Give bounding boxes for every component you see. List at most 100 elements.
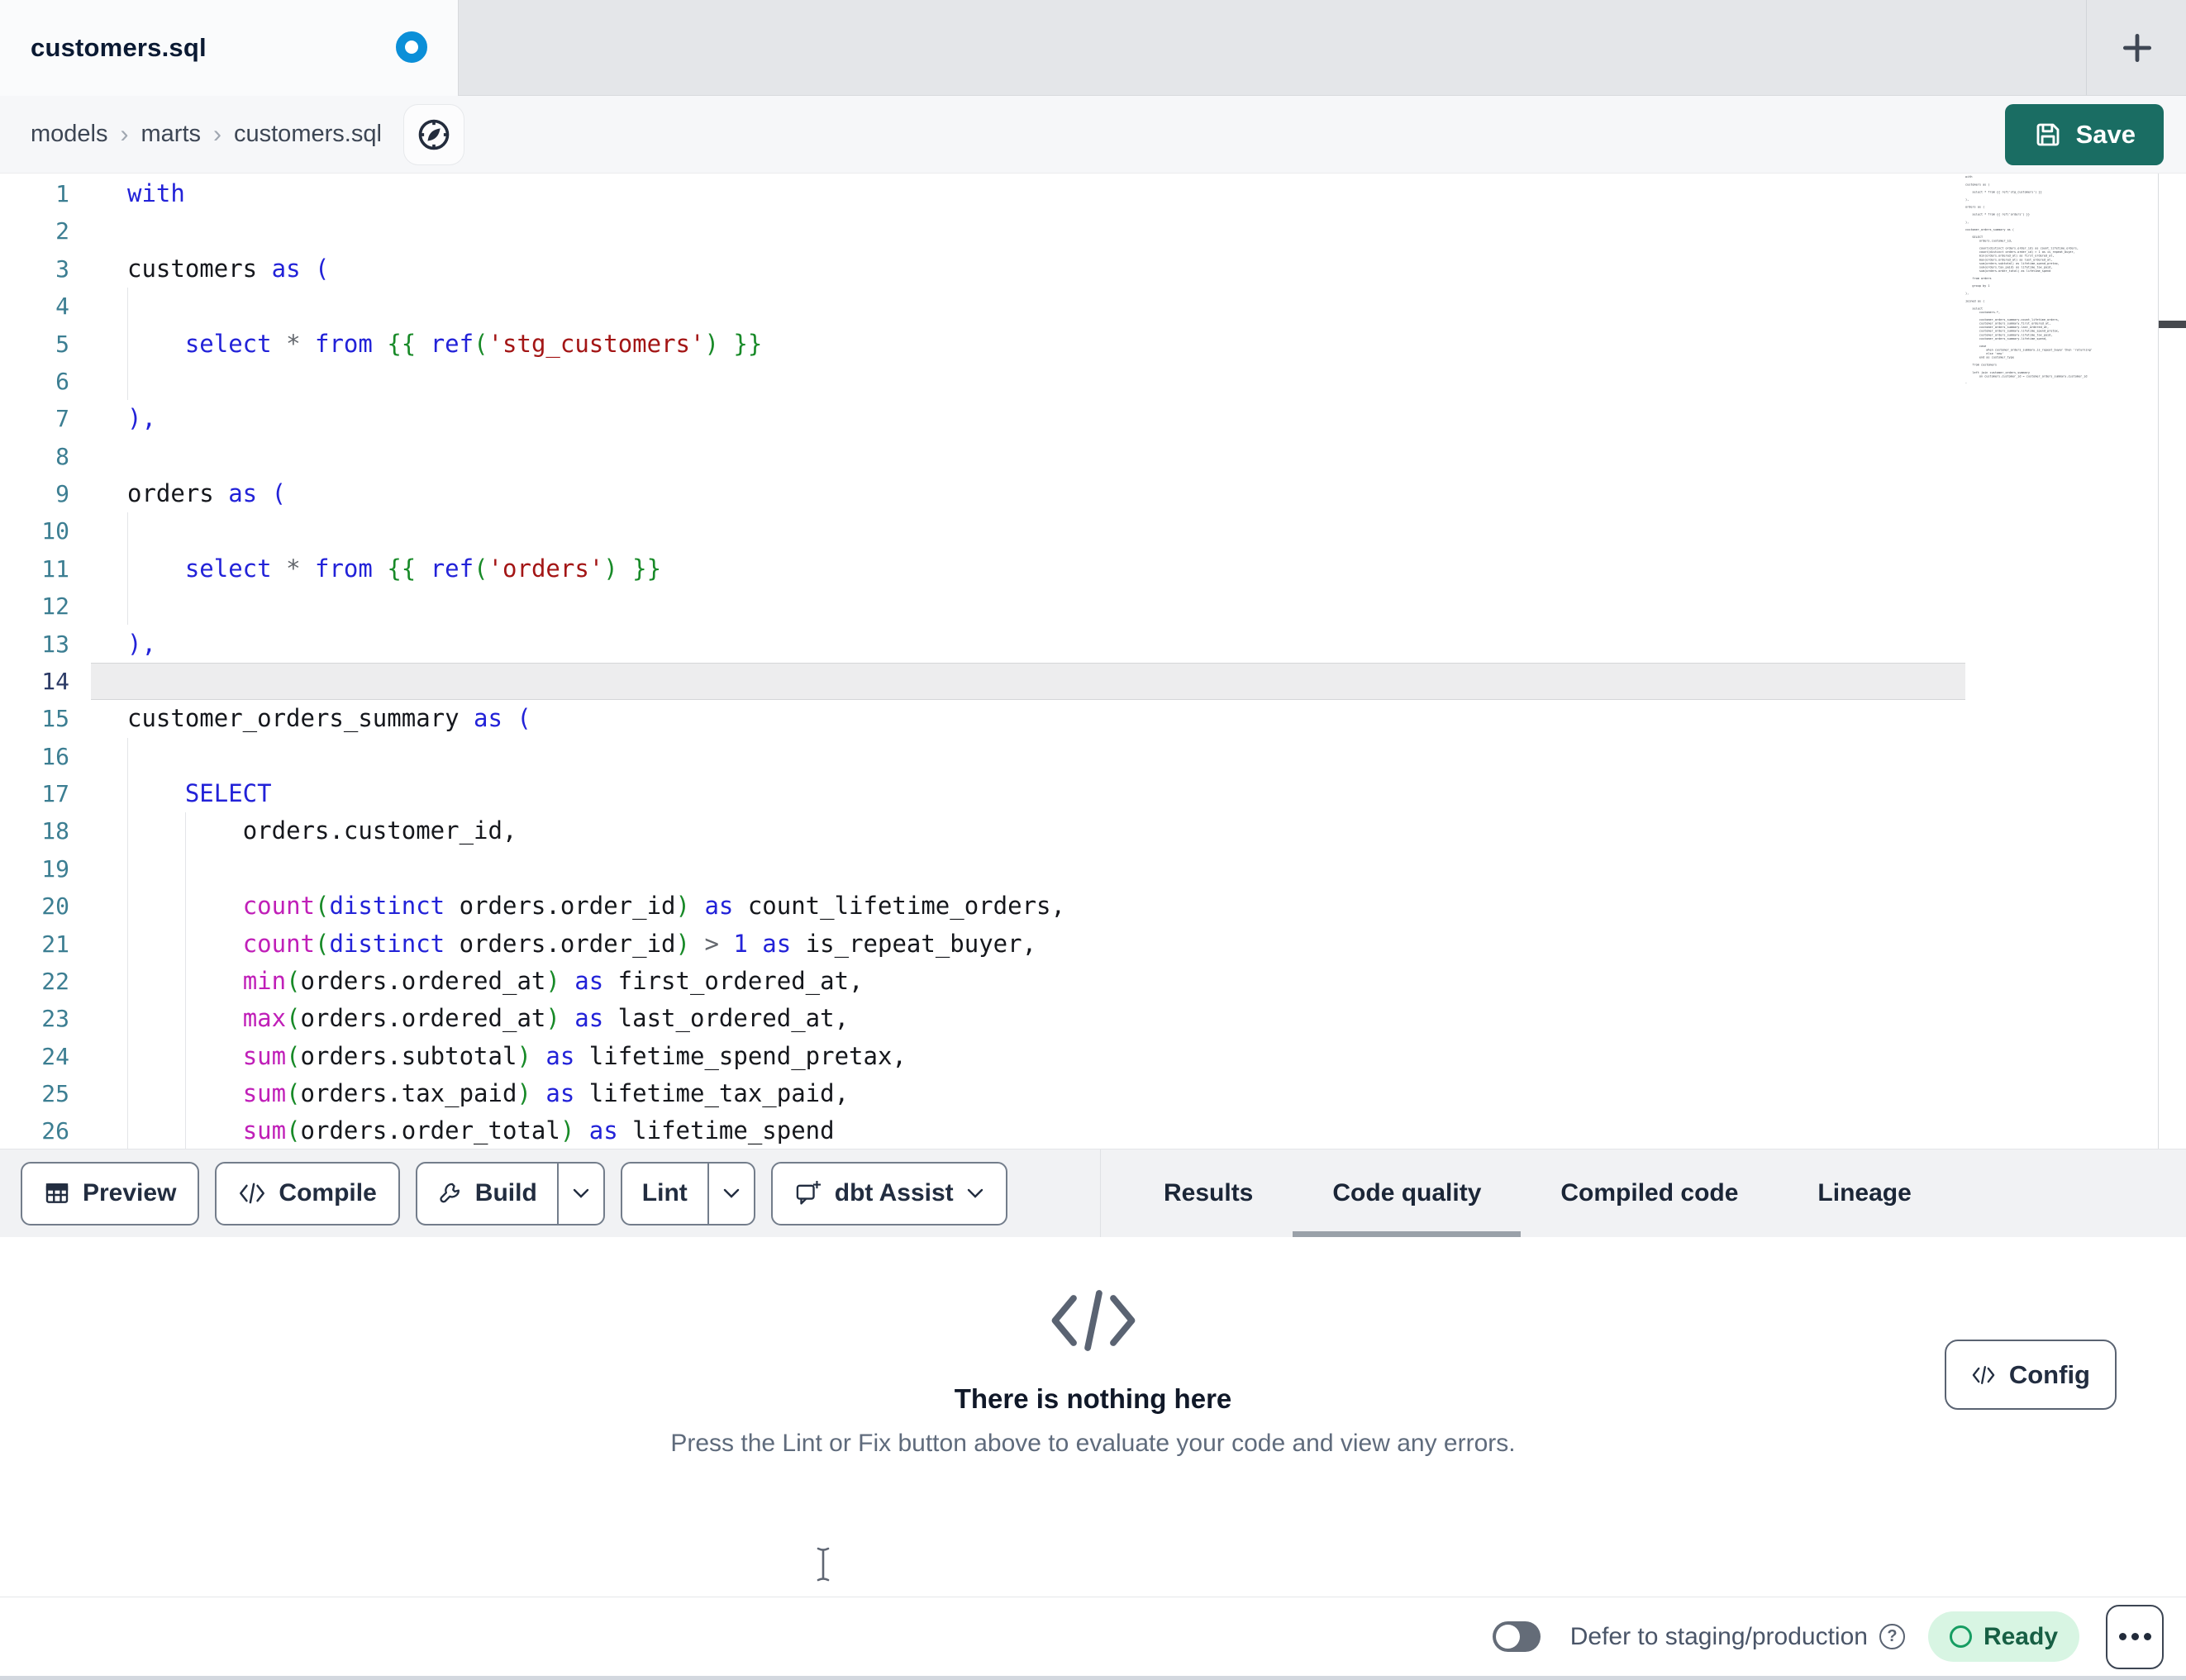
code-icon [240, 1183, 265, 1204]
line-number[interactable]: 22 [0, 963, 91, 1000]
code-line[interactable]: 21 count(distinct orders.order_id) > 1 a… [0, 926, 2186, 963]
code-line[interactable]: 10 [0, 512, 2186, 550]
preview-button[interactable]: Preview [21, 1161, 200, 1225]
code-line[interactable]: 6 [0, 363, 2186, 400]
lint-button[interactable]: Lint [622, 1164, 707, 1224]
breadcrumb-item[interactable]: marts [141, 121, 202, 148]
editor-toolbar: Preview Compile Build Lint dbt Assist Re… [0, 1149, 2186, 1237]
code-line[interactable]: 4 [0, 288, 2186, 325]
code-line[interactable]: 12 [0, 588, 2186, 625]
line-number[interactable]: 25 [0, 1075, 91, 1112]
line-number[interactable]: 11 [0, 550, 91, 588]
code-text: sum(orders.order_total) as lifetime_spen… [242, 1116, 835, 1145]
editor-scrollbar-track[interactable] [2158, 174, 2186, 1149]
explore-lineage-button[interactable] [402, 103, 464, 165]
line-number[interactable]: 19 [0, 850, 91, 888]
code-line[interactable]: 1 with [0, 175, 2186, 212]
tab-results[interactable]: Results [1124, 1149, 1293, 1237]
line-number[interactable]: 7 [0, 400, 91, 437]
breadcrumb-item[interactable]: models [31, 121, 108, 148]
code-quality-panel: There is nothing here Press the Lint or … [0, 1283, 2186, 1597]
build-button[interactable]: Build [417, 1164, 557, 1224]
editor-minimap[interactable]: with customers as ( select * from {{ ref… [1965, 175, 2158, 383]
code-line[interactable]: 22 min(orders.ordered_at) as first_order… [0, 963, 2186, 1000]
code-editor[interactable]: 1 with 2 3 customers as (4 5 select * from {{… [0, 174, 2186, 1149]
chevron-down-icon [967, 1188, 983, 1198]
line-number[interactable]: 15 [0, 700, 91, 737]
code-text: orders as ( [127, 479, 287, 507]
line-number[interactable]: 1 [0, 175, 91, 212]
tab-code-quality[interactable]: Code quality [1293, 1149, 1522, 1237]
code-line[interactable]: 5 select * from {{ ref('stg_customers') … [0, 326, 2186, 363]
line-number[interactable]: 9 [0, 475, 91, 512]
line-number[interactable]: 13 [0, 626, 91, 663]
code-text: select * from {{ ref('orders') }} [184, 554, 662, 583]
line-number[interactable]: 3 [0, 250, 91, 288]
line-number[interactable]: 24 [0, 1038, 91, 1075]
code-line[interactable]: 23 max(orders.ordered_at) as last_ordere… [0, 1000, 2186, 1037]
compass-icon [418, 119, 450, 150]
line-number[interactable]: 21 [0, 926, 91, 963]
ellipsis-icon [2118, 1633, 2126, 1640]
code-line[interactable]: 14 [0, 662, 2186, 701]
code-line[interactable]: 25 sum(orders.tax_paid) as lifetime_tax_… [0, 1075, 2186, 1112]
line-number[interactable]: 20 [0, 888, 91, 925]
result-tabs: Results Code quality Compiled code Lineage [1100, 1149, 2186, 1237]
line-number[interactable]: 16 [0, 738, 91, 775]
line-number[interactable]: 18 [0, 812, 91, 850]
code-line[interactable]: 19 [0, 850, 2186, 888]
code-line[interactable]: 2 [0, 212, 2186, 250]
compile-label: Compile [279, 1179, 377, 1206]
code-line[interactable]: 7), [0, 400, 2186, 437]
help-icon[interactable]: ? [1879, 1624, 1905, 1649]
line-number[interactable]: 12 [0, 588, 91, 625]
line-number[interactable]: 2 [0, 212, 91, 250]
table-icon [45, 1183, 69, 1203]
file-tab-title: customers.sql [31, 33, 207, 62]
line-number[interactable]: 23 [0, 1000, 91, 1037]
more-options-button[interactable] [2106, 1604, 2164, 1669]
code-line[interactable]: 15 customer_orders_summary as ( [0, 700, 2186, 737]
scrollbar-thumb[interactable] [2159, 321, 2186, 328]
line-number[interactable]: 10 [0, 512, 91, 550]
line-number[interactable]: 14 [0, 663, 91, 700]
build-dropdown-button[interactable] [556, 1163, 603, 1224]
line-number[interactable]: 5 [0, 326, 91, 363]
compile-button[interactable]: Compile [215, 1161, 400, 1225]
code-line[interactable]: 17 SELECT [0, 775, 2186, 812]
line-number[interactable]: 4 [0, 288, 91, 325]
code-line[interactable]: 11 select * from {{ ref('orders') }} [0, 550, 2186, 588]
line-number[interactable]: 17 [0, 775, 91, 812]
new-tab-button[interactable] [2114, 25, 2160, 71]
code-line[interactable]: 13), [0, 626, 2186, 663]
config-label: Config [2008, 1359, 2090, 1389]
assist-chat-icon [796, 1180, 821, 1205]
defer-label: Defer to staging/production [1569, 1622, 1868, 1650]
save-button[interactable]: Save [2004, 104, 2164, 165]
file-tab-customers-sql[interactable]: customers.sql [0, 0, 459, 96]
lint-dropdown-button[interactable] [707, 1163, 754, 1224]
code-line[interactable]: 18 orders.customer_id, [0, 812, 2186, 850]
code-line[interactable]: 20 count(distinct orders.order_id) as co… [0, 888, 2186, 925]
code-line[interactable]: 9 orders as ( [0, 475, 2186, 512]
code-line[interactable]: 24 sum(orders.subtotal) as lifetime_spen… [0, 1038, 2186, 1075]
tab-compiled-code[interactable]: Compiled code [1521, 1149, 1778, 1237]
breadcrumb-separator: › [120, 120, 129, 148]
line-number[interactable]: 6 [0, 363, 91, 400]
tab-lineage[interactable]: Lineage [1778, 1149, 1950, 1237]
defer-toggle[interactable] [1492, 1621, 1541, 1652]
code-line[interactable]: 3 customers as ( [0, 250, 2186, 288]
tab-bar-divider [2086, 0, 2087, 95]
line-number[interactable]: 26 [0, 1112, 91, 1149]
breadcrumb-item[interactable]: customers.sql [234, 121, 382, 148]
code-line[interactable]: 8 [0, 438, 2186, 475]
build-label: Build [474, 1179, 537, 1206]
code-line[interactable]: 16 [0, 738, 2186, 775]
line-number[interactable]: 8 [0, 438, 91, 475]
config-button[interactable]: Config [1944, 1340, 2117, 1410]
dbt-assist-button[interactable]: dbt Assist [770, 1161, 1007, 1225]
code-text: SELECT [184, 779, 272, 807]
code-line[interactable]: 26 sum(orders.order_total) as lifetime_s… [0, 1112, 2186, 1149]
preview-label: Preview [83, 1179, 177, 1206]
